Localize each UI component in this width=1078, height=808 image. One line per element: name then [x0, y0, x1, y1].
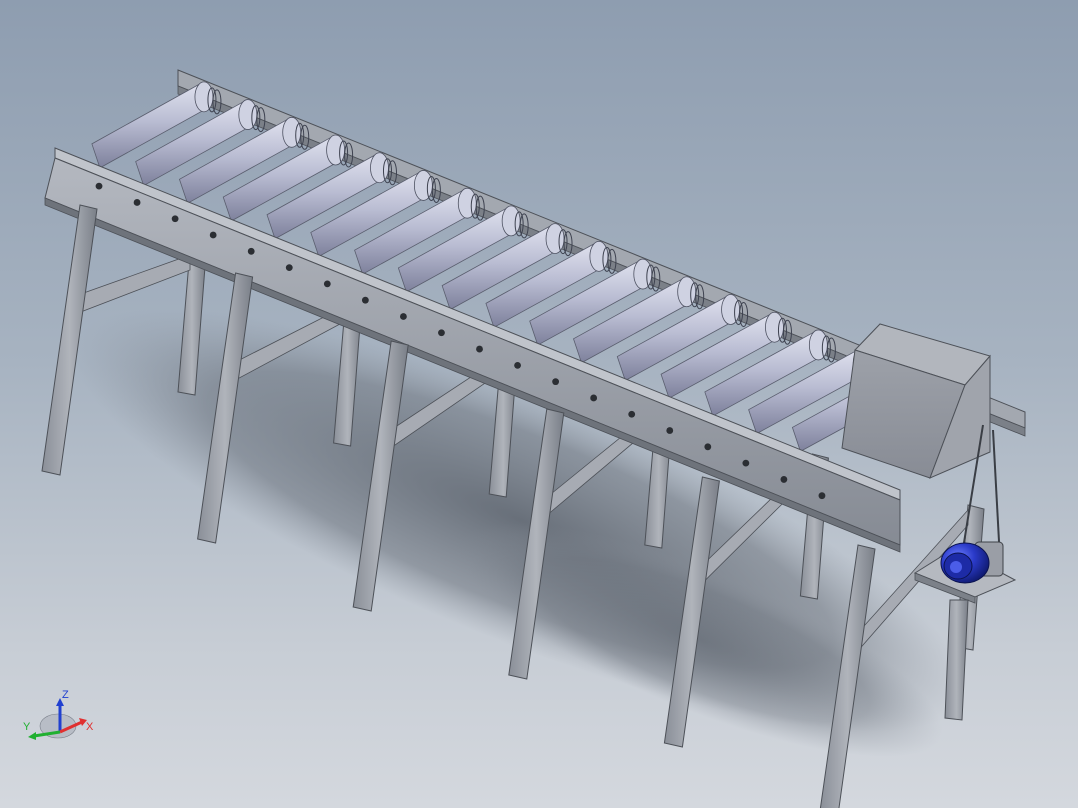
bolt-hole [666, 427, 674, 434]
conveyor-model[interactable] [0, 0, 1078, 808]
bolt-hole [476, 345, 483, 353]
y-arrow-icon [28, 732, 36, 740]
bolt-hole [514, 361, 521, 369]
bolt-hole [361, 296, 369, 304]
bolt-hole [742, 459, 750, 467]
bolt-hole [590, 394, 598, 402]
bolt-hole [133, 199, 141, 206]
bolt-hole [780, 476, 788, 483]
bolt-hole [285, 264, 293, 272]
leg-brace [77, 254, 191, 314]
bolt-hole [704, 443, 712, 451]
bolt-hole [323, 280, 331, 288]
bolt-hole [818, 492, 826, 500]
y-axis-label: Y [23, 721, 31, 733]
drive-housing[interactable] [841, 323, 991, 479]
x-axis-label: X [86, 721, 94, 733]
bolt-hole [628, 410, 636, 418]
bolt-hole [438, 329, 445, 337]
bolt-hole [95, 182, 103, 190]
cad-viewport[interactable]: Z X Y [0, 0, 1078, 808]
bolt-hole [171, 215, 179, 223]
orientation-triad[interactable]: Z X Y [18, 688, 98, 748]
bolt-hole [247, 247, 255, 255]
bolt-hole [209, 231, 217, 239]
bolt-hole [552, 378, 560, 386]
z-axis-label: Z [62, 689, 69, 701]
bolt-hole [400, 313, 407, 320]
drive-leg [944, 599, 969, 721]
